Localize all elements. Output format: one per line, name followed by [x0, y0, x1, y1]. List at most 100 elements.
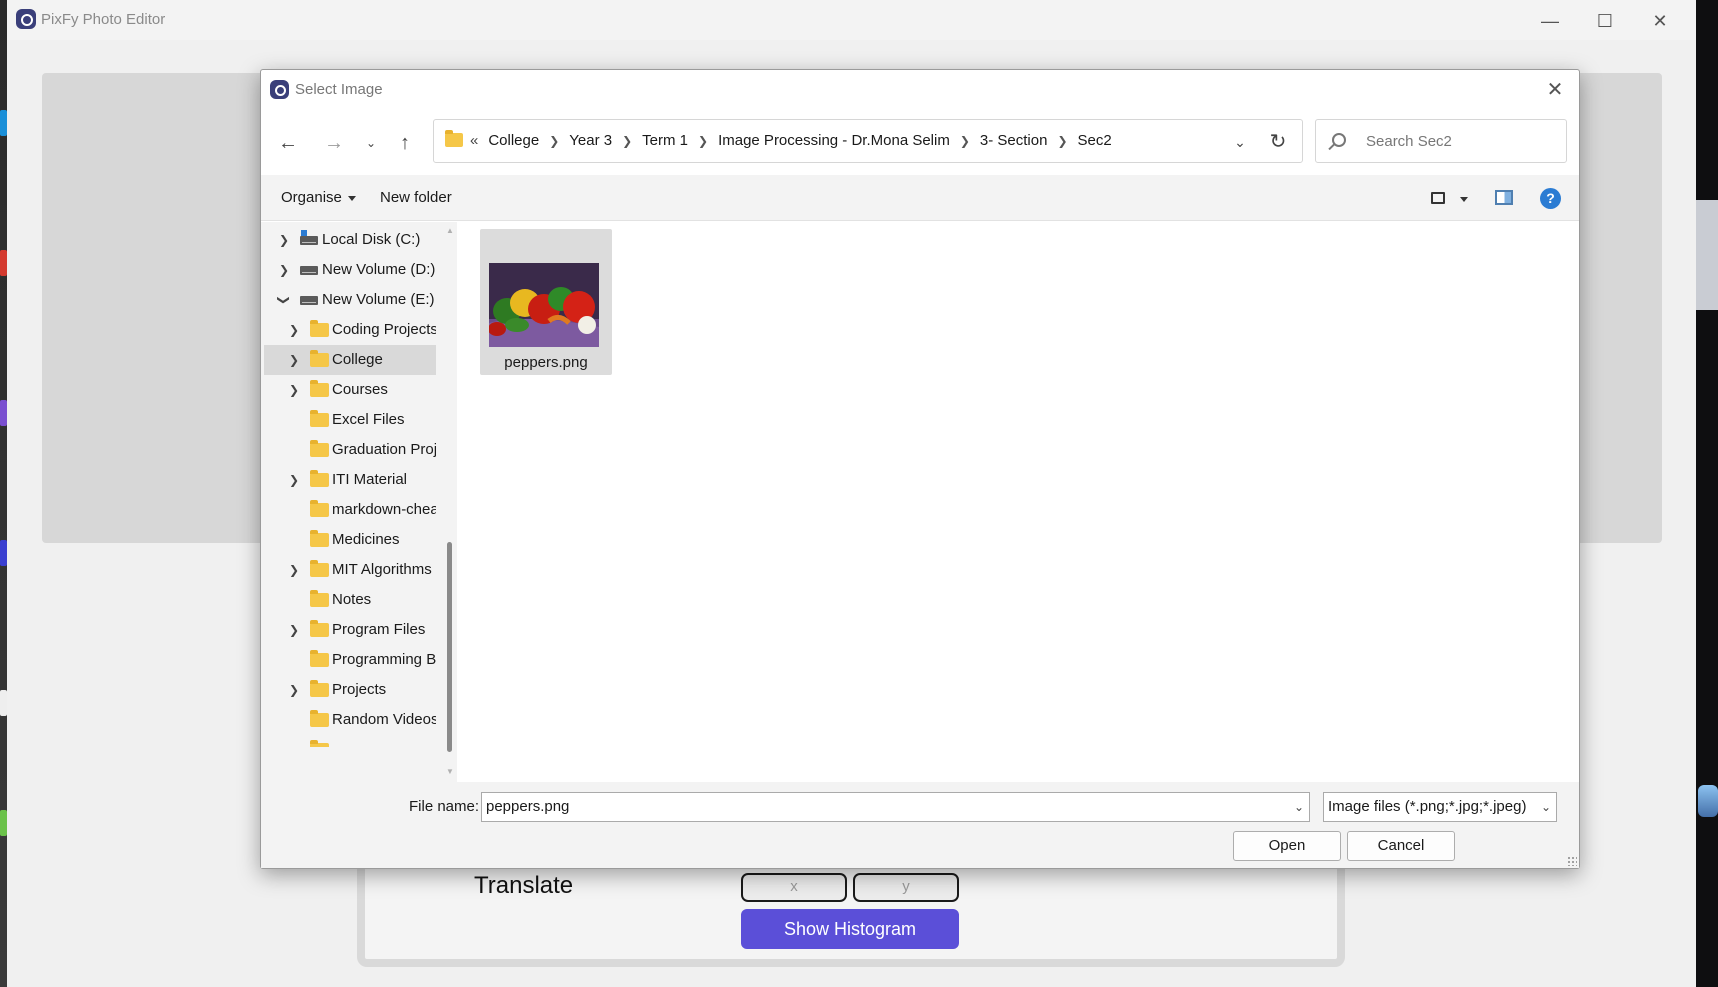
chevron-right-icon[interactable]: ❯: [288, 323, 300, 337]
tree-item-excel-files[interactable]: Excel Files: [264, 405, 436, 435]
resize-grip-icon[interactable]: [1567, 856, 1577, 866]
folder-icon: [310, 410, 329, 427]
recent-locations-chevron-icon[interactable]: ⌄: [356, 128, 386, 158]
select-image-dialog: Select Image ✕ ← → ⌄ ↑ « College ❯ Year …: [260, 69, 1580, 869]
folder-icon: [310, 560, 329, 577]
organise-menu[interactable]: Organise: [281, 189, 356, 206]
refresh-icon[interactable]: ↻: [1264, 128, 1292, 156]
tree-item-projects[interactable]: ❯ Projects: [264, 675, 436, 705]
tree-item-iti-material[interactable]: ❯ ITI Material: [264, 465, 436, 495]
tree-item-local-disk-c[interactable]: ❯ Local Disk (C:): [264, 225, 436, 255]
folder-icon: [445, 130, 463, 147]
tree-item-label: Courses: [332, 381, 388, 398]
tree-scrollbar[interactable]: ▲ ▼: [443, 222, 457, 782]
breadcrumb-item[interactable]: Sec2: [1078, 132, 1112, 149]
tree-item-label: ITI Material: [332, 471, 408, 488]
tree-item-new-volume-d[interactable]: ❯ New Volume (D:): [264, 255, 436, 285]
tree-item-label: Coding Projects: [332, 321, 436, 338]
tree-item-partial[interactable]: [264, 735, 436, 747]
chevron-right-icon[interactable]: ❯: [288, 683, 300, 697]
search-icon: [1332, 133, 1346, 147]
help-icon[interactable]: ?: [1540, 188, 1561, 209]
chevron-right-icon[interactable]: ❯: [288, 563, 300, 577]
tree-item-coding-projects[interactable]: ❯ Coding Projects: [264, 315, 436, 345]
tree-item-label: College: [332, 351, 383, 368]
file-name-label: File name:: [409, 798, 480, 815]
desktop-right-strip: [1696, 0, 1718, 987]
tree-item-graduation-project[interactable]: Graduation Project: [264, 435, 436, 465]
file-type-select[interactable]: Image files (*.png;*.jpg;*.jpeg) ⌄: [1323, 792, 1557, 822]
breadcrumb-separator-icon[interactable]: ❯: [1057, 134, 1067, 148]
breadcrumb-item[interactable]: Term 1: [642, 132, 688, 149]
up-arrow-icon[interactable]: ↑: [390, 128, 420, 158]
tree-item-label: Excel Files: [332, 411, 405, 428]
folder-icon: [310, 350, 329, 367]
address-bar[interactable]: « College ❯ Year 3 ❯ Term 1 ❯ Image Proc…: [433, 119, 1303, 163]
maximize-button[interactable]: ☐: [1582, 6, 1628, 36]
chevron-down-icon[interactable]: ⌄: [1292, 798, 1306, 816]
search-input[interactable]: Search Sec2: [1315, 119, 1567, 163]
breadcrumb-item[interactable]: Year 3: [569, 132, 612, 149]
chevron-right-icon[interactable]: ❯: [288, 353, 300, 367]
dialog-toolbar: Organise New folder ?: [261, 175, 1579, 221]
tree-item-notes[interactable]: Notes: [264, 585, 436, 615]
tree-item-program-files[interactable]: ❯ Program Files: [264, 615, 436, 645]
scrollbar-thumb[interactable]: [447, 542, 452, 752]
tree-item-medicines[interactable]: Medicines: [264, 525, 436, 555]
view-options-caret-icon[interactable]: [1460, 197, 1468, 202]
tree-item-label: Notes: [332, 591, 372, 608]
back-arrow-icon[interactable]: ←: [273, 128, 303, 158]
image-thumbnail: [489, 263, 599, 347]
close-button[interactable]: ✕: [1637, 6, 1683, 36]
chevron-right-icon[interactable]: ❯: [288, 623, 300, 637]
file-list: peppers.png: [458, 222, 1579, 782]
translate-x-input[interactable]: x: [741, 873, 847, 902]
show-histogram-button[interactable]: Show Histogram: [741, 909, 959, 949]
dialog-close-button[interactable]: ✕: [1539, 75, 1571, 105]
tree-item-new-volume-e[interactable]: ❯ New Volume (E:): [264, 285, 436, 315]
tree-item-markdown[interactable]: markdown-cheatsheet: [264, 495, 436, 525]
chevron-down-icon[interactable]: ⌄: [1539, 798, 1553, 816]
chevron-right-icon[interactable]: ❯: [278, 233, 290, 247]
minimize-button[interactable]: —: [1527, 6, 1573, 36]
breadcrumb-item[interactable]: College: [488, 132, 539, 149]
tree-item-programming-books[interactable]: Programming Books: [264, 645, 436, 675]
desktop-app-icon[interactable]: [1698, 785, 1718, 817]
view-mode-icon[interactable]: [1431, 192, 1445, 204]
folder-icon: [310, 500, 329, 517]
breadcrumb-item[interactable]: Image Processing - Dr.Mona Selim: [718, 132, 950, 149]
breadcrumb-separator-icon[interactable]: ❯: [549, 134, 559, 148]
drive-icon: [300, 266, 318, 275]
chevron-right-icon[interactable]: ❯: [278, 263, 290, 277]
tree-item-mit-algorithms[interactable]: ❯ MIT Algorithms: [264, 555, 436, 585]
cancel-button[interactable]: Cancel: [1347, 831, 1455, 861]
scroll-down-arrow-icon[interactable]: ▼: [446, 767, 454, 776]
address-history-chevron-icon[interactable]: ⌄: [1228, 130, 1252, 154]
tree-item-random-videos[interactable]: Random Videos: [264, 705, 436, 735]
folder-icon: [310, 320, 329, 337]
file-item-peppers[interactable]: peppers.png: [480, 229, 612, 375]
forward-arrow-icon[interactable]: →: [319, 128, 349, 158]
breadcrumb-separator-icon[interactable]: ❯: [698, 134, 708, 148]
chevron-down-icon[interactable]: ❯: [277, 294, 291, 306]
chevron-right-icon[interactable]: ❯: [288, 383, 300, 397]
desktop-left-strip: [0, 0, 7, 987]
open-button[interactable]: Open: [1233, 831, 1341, 861]
breadcrumb-separator-icon[interactable]: ❯: [960, 134, 970, 148]
tree-item-label: Local Disk (C:): [322, 231, 421, 248]
folder-icon: [310, 620, 329, 637]
chevron-right-icon[interactable]: ❯: [288, 473, 300, 487]
breadcrumb-separator-icon[interactable]: ❯: [622, 134, 632, 148]
preview-pane-icon[interactable]: [1495, 190, 1513, 205]
tree-item-college[interactable]: ❯ College: [264, 345, 436, 375]
file-name-input[interactable]: peppers.png ⌄: [481, 792, 1310, 822]
tree-item-label: Medicines: [332, 531, 400, 548]
file-name-label: peppers.png: [504, 354, 588, 371]
breadcrumb-item[interactable]: 3- Section: [980, 132, 1048, 149]
new-folder-button[interactable]: New folder: [380, 189, 452, 206]
translate-label: Translate: [474, 872, 574, 899]
scroll-up-arrow-icon[interactable]: ▲: [446, 226, 454, 235]
translate-y-input[interactable]: y: [853, 873, 959, 902]
tree-item-courses[interactable]: ❯ Courses: [264, 375, 436, 405]
breadcrumb-overflow-icon[interactable]: «: [470, 132, 478, 149]
